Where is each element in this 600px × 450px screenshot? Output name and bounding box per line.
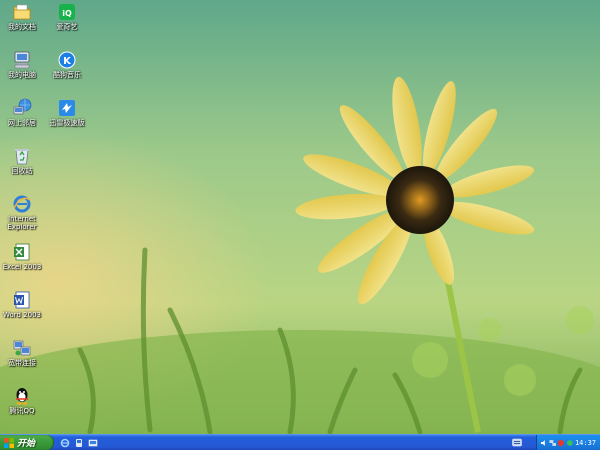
desktop-icon-label: 爱奇艺 [56,23,78,31]
media-icon[interactable] [74,438,84,448]
start-button[interactable]: 开始 [0,435,54,450]
desktop-icon-label: Excel 2003 [2,263,42,271]
network-places-icon [12,98,32,118]
word-icon [12,290,32,310]
volume-icon[interactable] [540,439,548,447]
keyboard-icon[interactable] [512,438,522,447]
desktop-icon-broadband[interactable]: 宽带连接 [0,338,49,367]
desktop-icon-label: 宽带连接 [8,359,36,367]
show-desktop-icon[interactable] [88,438,98,448]
start-label: 开始 [17,439,36,449]
security-icon[interactable] [557,439,565,447]
my-documents-icon [12,2,32,22]
desktop-icon-label: Internet Explorer [7,215,37,231]
desktop-icon-thunder[interactable]: 迅雷极速版 [40,98,94,127]
system-tray: 14:37 [536,435,600,450]
internet-explorer-icon [12,194,32,214]
taskbar: 开始 14:37 [0,434,600,450]
recycle-bin-icon [12,146,32,166]
broadband-icon [12,338,32,358]
svg-text:K: K [63,56,72,67]
iqiyi-icon: iQ [57,2,77,22]
quick-launch [60,436,98,449]
desktop-icon-word[interactable]: Word 2003 [0,290,49,319]
qq-icon [12,386,32,406]
desktop-icon-label: 回收站 [11,167,33,175]
desktop-icon-kugou[interactable]: K 酷狗音乐 [40,50,94,79]
desktop-icon-label: 腾讯QQ [9,407,35,415]
internet-explorer-icon[interactable] [60,438,70,448]
kugou-icon: K [57,50,77,70]
desktop-icon-qq[interactable]: 腾讯QQ [0,386,49,415]
svg-text:iQ: iQ [62,9,72,18]
desktop-icon-iqiyi[interactable]: iQ 爱奇艺 [40,2,94,31]
clock[interactable]: 14:37 [575,439,596,447]
desktop-icon-internet-explorer[interactable]: Internet Explorer [0,194,49,231]
desktop-icon-excel[interactable]: Excel 2003 [0,242,49,271]
desktop-icon-label: 迅雷极速版 [49,119,85,127]
thunder-icon [57,98,77,118]
desktop-icon-recycle-bin[interactable]: 回收站 [0,146,49,175]
speaker-icon[interactable] [566,439,574,447]
desktop-icon-label: 酷狗音乐 [53,71,81,79]
network-icon[interactable] [549,439,557,447]
excel-icon [12,242,32,262]
my-computer-icon [12,50,32,70]
windows-logo-icon [4,437,14,448]
desktop-icon-label: Word 2003 [2,311,42,319]
